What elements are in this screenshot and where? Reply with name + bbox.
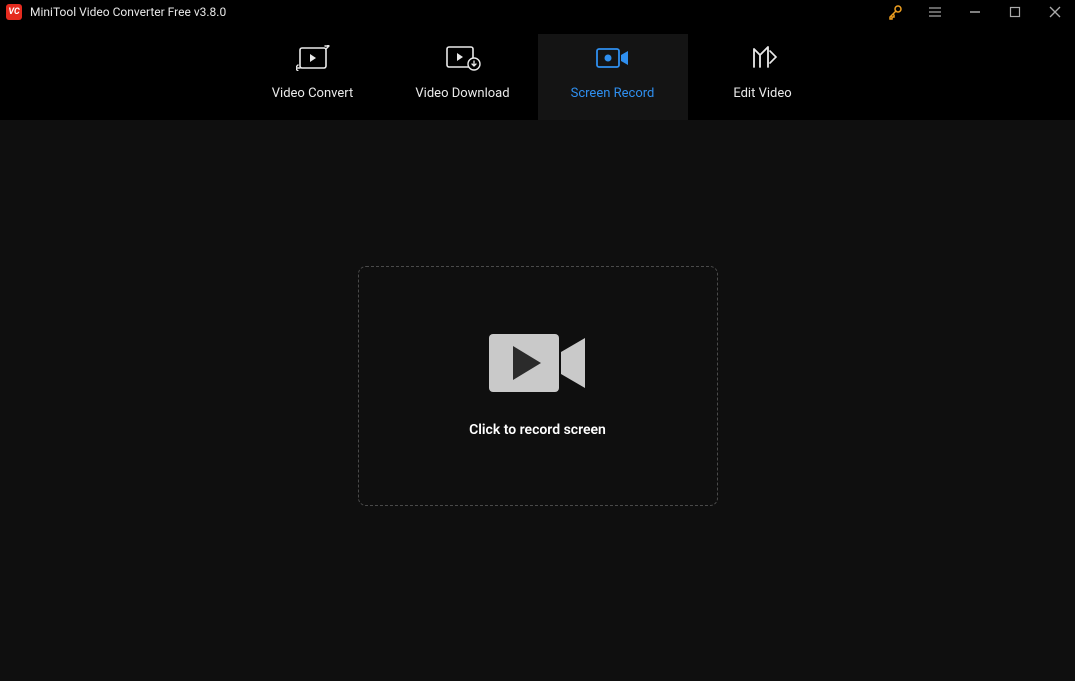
record-prompt-text: Click to record screen [469, 422, 606, 438]
hamburger-menu-icon[interactable] [915, 0, 955, 24]
edit-video-icon [748, 44, 778, 72]
main-content: Click to record screen [0, 120, 1075, 681]
tabs-nav: Video Convert Video Download Screen Reco… [0, 24, 1075, 120]
titlebar-controls [875, 0, 1075, 24]
tab-screen-record[interactable]: Screen Record [538, 34, 688, 120]
key-icon[interactable] [875, 0, 915, 24]
tab-label: Video Convert [272, 86, 353, 101]
video-convert-icon [296, 44, 330, 72]
record-screen-button[interactable]: Click to record screen [358, 266, 718, 506]
tab-label: Edit Video [733, 86, 791, 101]
tab-label: Screen Record [571, 86, 655, 101]
app-title: MiniTool Video Converter Free v3.8.0 [30, 5, 226, 19]
tab-label: Video Download [415, 86, 509, 101]
app-logo-icon: VC [6, 4, 22, 20]
tab-video-convert[interactable]: Video Convert [238, 34, 388, 120]
maximize-button[interactable] [995, 0, 1035, 24]
video-download-icon [445, 44, 481, 72]
tab-edit-video[interactable]: Edit Video [688, 34, 838, 120]
screen-record-icon [595, 44, 631, 72]
titlebar: VC MiniTool Video Converter Free v3.8.0 [0, 0, 1075, 24]
camcorder-play-icon [489, 334, 587, 392]
tab-video-download[interactable]: Video Download [388, 34, 538, 120]
close-button[interactable] [1035, 0, 1075, 24]
minimize-button[interactable] [955, 0, 995, 24]
